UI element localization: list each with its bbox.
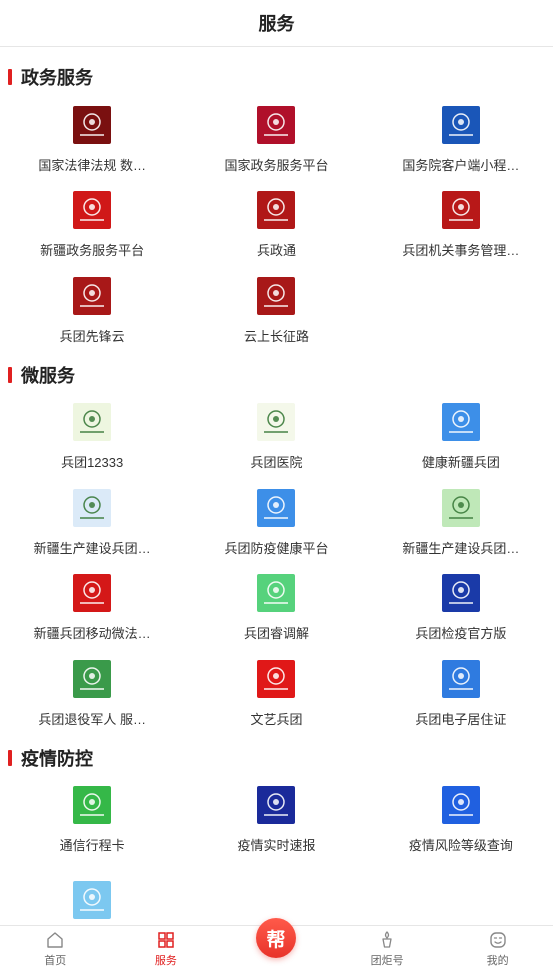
- torch-icon: [382, 931, 392, 948]
- service-label: 健康新疆兵团: [421, 455, 500, 471]
- section-gov-title: 政务服务: [0, 62, 553, 92]
- service-label: 兵团12333: [61, 455, 124, 471]
- service-item[interactable]: 疫情实时速报: [184, 778, 368, 864]
- service-item[interactable]: 兵政通: [184, 183, 368, 269]
- service-item[interactable]: 新疆生产建设兵团…: [0, 480, 184, 566]
- health-xinjiang-icon: [441, 403, 480, 442]
- service-label: 兵团机关事务管理…: [402, 243, 520, 259]
- service-item[interactable]: [0, 863, 184, 925]
- epidemic-health-icon: [257, 488, 296, 527]
- long-march-icon: [257, 276, 296, 315]
- help-button[interactable]: 帮: [256, 918, 296, 958]
- corps-nature-icon: [441, 488, 480, 527]
- grid-icon: [158, 932, 174, 948]
- service-item[interactable]: 健康新疆兵团: [369, 395, 553, 481]
- medical-insurance-icon: [73, 488, 112, 527]
- mediation-icon: [257, 574, 296, 613]
- vanguard-cloud-icon: [73, 276, 112, 315]
- section-micro-title: 微服务: [0, 360, 553, 390]
- service-label: 疫情风险等级查询: [408, 838, 513, 854]
- xinjiang-gov-icon: [73, 191, 112, 230]
- national-emblem-icon: [257, 105, 296, 144]
- section-marker: [8, 749, 12, 766]
- service-item[interactable]: 文艺兵团: [184, 651, 368, 737]
- service-item[interactable]: 疫情风险等级查询: [369, 778, 553, 864]
- service-label: 通信行程卡: [59, 838, 125, 854]
- service-item[interactable]: 新疆生产建设兵团…: [369, 480, 553, 566]
- procuratorate-icon: [441, 574, 480, 613]
- section-marker: [8, 69, 12, 85]
- service-item[interactable]: 新疆政务服务平台: [0, 183, 184, 269]
- bingzhengtong-icon: [257, 191, 296, 230]
- arts-corps-icon: [257, 659, 296, 698]
- service-label: 云上长征路: [243, 328, 309, 344]
- service-label: 新疆生产建设兵团…: [402, 540, 520, 556]
- service-label: 国家政务服务平台: [224, 157, 329, 173]
- page-title: 服务: [258, 14, 295, 34]
- micro-services-grid: 兵团12333 兵团医院 健康新疆兵团 新疆生产建设兵团… 兵团防疫健康平台 新…: [0, 395, 553, 737]
- service-label: 兵团睿调解: [243, 626, 309, 642]
- risk-level-icon: [441, 786, 480, 825]
- services-content[interactable]: 政务服务 国家法律法规 数… 国家政务服务平台 国务院客户端小程… 新疆政务服务…: [0, 47, 553, 925]
- service-item[interactable]: 兵团医院: [184, 395, 368, 481]
- section-epidemic-title: 疫情防控: [0, 743, 553, 773]
- residence-permit-icon: [441, 659, 480, 698]
- epidemic-services-grid: 通信行程卡 疫情实时速报 疫情风险等级查询: [0, 778, 553, 926]
- service-label: 兵团医院: [250, 455, 303, 471]
- service-item[interactable]: 兵团睿调解: [184, 566, 368, 652]
- mobile-court-icon: [73, 574, 112, 613]
- service-item[interactable]: 兵团机关事务管理…: [369, 183, 553, 269]
- service-label: 兵团检疫官方版: [415, 626, 507, 642]
- tab-mine[interactable]: 我的: [442, 926, 553, 971]
- epidemic-news-icon: [257, 786, 296, 825]
- tab-home[interactable]: 首页: [0, 926, 111, 971]
- service-item[interactable]: 兵团退役军人 服…: [0, 651, 184, 737]
- service-item[interactable]: 国务院客户端小程…: [369, 97, 553, 183]
- service-label: 文艺兵团: [250, 711, 303, 727]
- service-item[interactable]: 兵团先锋云: [0, 268, 184, 354]
- tab-torch[interactable]: 团炬号: [332, 926, 443, 971]
- tab-services[interactable]: 服务: [111, 926, 222, 971]
- service-item[interactable]: 兵团防疫健康平台: [184, 480, 368, 566]
- service-item[interactable]: 云上长征路: [184, 268, 368, 354]
- service-item[interactable]: 国家法律法规 数…: [0, 97, 184, 183]
- service-label: 兵团防疫健康平台: [224, 540, 329, 556]
- service-label: 兵团电子居住证: [415, 711, 507, 727]
- service-item[interactable]: 兵团12333: [0, 395, 184, 481]
- epidemic-shield-icon: [73, 881, 112, 920]
- service-item[interactable]: 国家政务服务平台: [184, 97, 368, 183]
- affairs-management-icon: [441, 191, 480, 230]
- service-label: 疫情实时速报: [237, 838, 316, 854]
- service-label: 兵团先锋云: [59, 328, 125, 344]
- service-label: 新疆兵团移动微法…: [33, 626, 151, 642]
- veterans-icon: [73, 659, 112, 698]
- page-header: 服务: [0, 0, 553, 47]
- service-label: 国家法律法规 数…: [38, 157, 146, 173]
- service-label: 国务院客户端小程…: [402, 157, 520, 173]
- service-label: 新疆政务服务平台: [40, 243, 145, 259]
- service-label: 新疆生产建设兵团…: [33, 540, 151, 556]
- service-label: 兵团退役军人 服…: [38, 711, 146, 727]
- service-item[interactable]: 通信行程卡: [0, 778, 184, 864]
- state-council-icon: [441, 105, 480, 144]
- hospital-icon: [257, 403, 296, 442]
- section-marker: [8, 366, 12, 383]
- profile-face-icon: [489, 932, 506, 948]
- service-label: 兵政通: [256, 243, 296, 259]
- law-database-icon: [73, 105, 112, 144]
- service-item[interactable]: 兵团检疫官方版: [369, 566, 553, 652]
- travel-card-icon: [73, 786, 112, 825]
- service-item[interactable]: 兵团电子居住证: [369, 651, 553, 737]
- home-icon: [47, 932, 63, 948]
- hrss-12333-icon: [73, 403, 112, 442]
- service-item[interactable]: 新疆兵团移动微法…: [0, 566, 184, 652]
- gov-services-grid: 国家法律法规 数… 国家政务服务平台 国务院客户端小程… 新疆政务服务平台 兵政…: [0, 97, 553, 354]
